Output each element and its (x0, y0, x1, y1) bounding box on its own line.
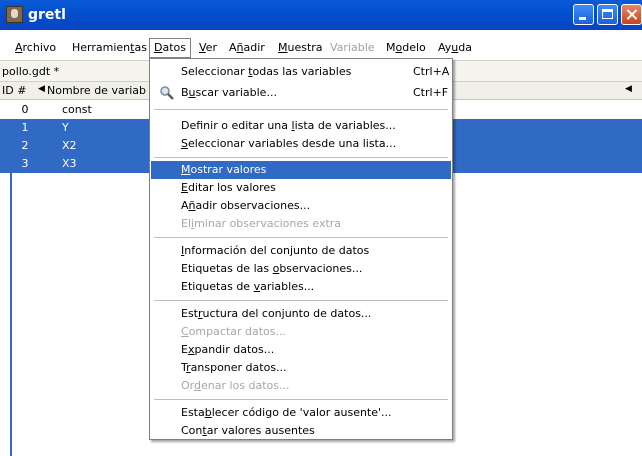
menu-item-transponer-datos[interactable]: Transponer datos... (151, 359, 451, 377)
menu-separator (154, 157, 448, 158)
menu-item-seleccionar-desde-lista[interactable]: Seleccionar variables desde una lista... (151, 135, 451, 153)
menu-item-ordenar-datos[interactable]: Ordenar los datos... (151, 377, 451, 395)
menu-variable[interactable]: Variable (326, 38, 379, 58)
magnifier-icon (160, 86, 174, 100)
menu-item-informacion-conjunto[interactable]: Información del conjunto de datos (151, 242, 451, 260)
menu-item-contar-valores-ausentes[interactable]: Contar valores ausentes (151, 422, 451, 440)
menu-item-expandir-datos[interactable]: Expandir datos... (151, 341, 451, 359)
variable-id: 2 (21, 139, 29, 152)
variable-name: Y (62, 121, 69, 134)
column-header-id[interactable]: ID # (2, 84, 26, 97)
menu-modelo[interactable]: Modelo (382, 38, 430, 58)
menu-item-mostrar-valores[interactable]: Mostrar valores (151, 161, 451, 179)
variable-id: 0 (21, 103, 29, 116)
variable-id: 1 (21, 121, 29, 134)
menu-ayuda[interactable]: Ayuda (434, 38, 476, 58)
variable-name: X2 (62, 139, 77, 152)
menu-item-definir-lista[interactable]: Definir o editar una lista de variables.… (151, 117, 451, 135)
datos-menu: Seleccionar todas las variables Ctrl+A B… (149, 58, 453, 440)
selection-edge (10, 171, 12, 456)
menu-separator (154, 300, 448, 301)
minimize-button[interactable] (573, 4, 594, 25)
menu-ver[interactable]: Ver (195, 38, 221, 58)
menu-item-eliminar-observaciones[interactable]: Eliminar observaciones extra (151, 215, 451, 233)
variable-name: const (62, 103, 92, 116)
menu-separator (154, 237, 448, 238)
title-bar: gretl (0, 0, 642, 30)
variable-name: X3 (62, 157, 77, 170)
column-header-name[interactable]: Nombre de variab (47, 84, 146, 97)
menu-item-anadir-observaciones[interactable]: Añadir observaciones... (151, 197, 451, 215)
shortcut-label: Ctrl+F (413, 86, 449, 99)
menu-item-compactar-datos[interactable]: Compactar datos... (151, 323, 451, 341)
variable-id: 3 (21, 157, 29, 170)
menu-herramientas[interactable]: Herramientas (68, 38, 151, 58)
menu-item-buscar-variable[interactable]: Buscar variable... Ctrl+F (151, 84, 451, 102)
menu-bar: Archivo Herramientas Datos Ver Añadir Mu… (0, 38, 642, 58)
menu-item-etiquetas-observaciones[interactable]: Etiquetas de las observaciones... (151, 260, 451, 278)
gretl-app-icon[interactable] (6, 6, 23, 23)
menu-item-editar-valores[interactable]: Editar los valores (151, 179, 451, 197)
menu-item-estructura-conjunto[interactable]: Estructura del conjunto de datos... (151, 305, 451, 323)
window-title: gretl (28, 7, 66, 23)
shortcut-label: Ctrl+A (413, 65, 450, 78)
dataset-filename: pollo.gdt * (2, 65, 60, 78)
menu-anadir[interactable]: Añadir (225, 38, 269, 58)
scroll-left-arrow-icon[interactable]: ◀ (625, 84, 632, 94)
menu-item-etiquetas-variables[interactable]: Etiquetas de variables... (151, 278, 451, 296)
menu-item-seleccionar-todas[interactable]: Seleccionar todas las variables Ctrl+A (151, 63, 451, 81)
menu-separator (154, 109, 448, 110)
menu-datos[interactable]: Datos (149, 38, 191, 58)
close-button[interactable] (621, 4, 642, 25)
menu-muestra[interactable]: Muestra (274, 38, 327, 58)
menu-archivo[interactable]: Archivo (11, 38, 60, 58)
maximize-button[interactable] (597, 4, 618, 25)
menu-separator (154, 399, 448, 400)
menu-item-codigo-valor-ausente[interactable]: Establecer código de 'valor ausente'... (151, 404, 451, 422)
sort-arrow-icon: ◀ (38, 84, 45, 94)
